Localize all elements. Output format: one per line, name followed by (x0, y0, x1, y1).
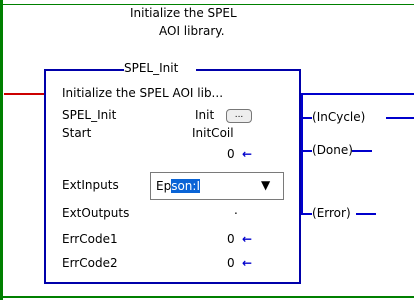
param-errcode2-label: ErrCode2 (62, 256, 118, 270)
done-label: Done (316, 143, 349, 157)
bottom-rung-rail (0, 296, 414, 298)
param-start-label: Start (62, 126, 92, 140)
param-start-subvalue: 0 (227, 147, 235, 161)
block-title: SPEL_Init (124, 61, 179, 75)
done-wire-out (352, 150, 372, 152)
comment-line-2: AOI library. (159, 24, 225, 38)
block-top-border-left (44, 69, 124, 71)
error-wire-out (356, 213, 376, 215)
param-errcode1-label: ErrCode1 (62, 232, 118, 246)
error-coil[interactable]: (Error) (312, 206, 351, 220)
param-ext-inputs-label: ExtInputs (62, 178, 119, 192)
param-errcode1-value: 0 (227, 232, 235, 246)
param-ext-outputs-value: . (234, 203, 238, 217)
output-wire-main (301, 93, 414, 95)
error-label: Error (316, 206, 346, 220)
block-description: Initialize the SPEL AOI lib... (62, 86, 224, 100)
ext-inputs-combobox[interactable]: Epson:I ▼ (150, 172, 284, 200)
param-errcode2-value: 0 (227, 256, 235, 270)
incycle-coil[interactable]: (InCycle) (312, 110, 365, 124)
ellipsis-button[interactable]: ... (226, 109, 252, 123)
param-start-value: InitCoil (192, 126, 234, 140)
ellipsis-icon: ... (234, 110, 244, 120)
param-ext-outputs-label: ExtOutputs (62, 206, 130, 220)
input-wire (4, 93, 44, 95)
errcode2-arrow-icon: ← (242, 256, 253, 270)
combobox-input-text[interactable]: Epson:I (156, 179, 200, 193)
errcode1-arrow-icon: ← (242, 232, 253, 246)
combobox-selected-text: son:I (171, 179, 200, 193)
start-arrow-icon: ← (242, 147, 253, 161)
chevron-down-icon[interactable]: ▼ (261, 178, 270, 192)
param-spel-init-value: Init (195, 108, 215, 122)
rung-comment: Initialize the SPEL AOI library. (100, 0, 270, 58)
done-coil[interactable]: (Done) (312, 143, 353, 157)
param-spel-init-label: SPEL_Init (62, 108, 117, 122)
combobox-plain-text: Ep (156, 179, 172, 193)
incycle-wire-out (386, 117, 414, 119)
comment-line-1: Initialize the SPEL (130, 6, 237, 20)
incycle-label: InCycle (316, 110, 361, 124)
block-top-border-right (196, 69, 301, 71)
output-bus (301, 93, 303, 215)
left-power-rail (0, 0, 3, 300)
